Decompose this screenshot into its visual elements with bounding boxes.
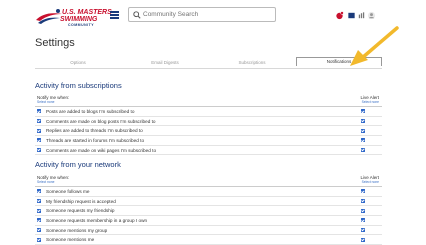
community-search-box[interactable] [128, 7, 276, 22]
live-alert-checkbox[interactable] [361, 118, 365, 123]
messages-icon[interactable] [347, 11, 356, 20]
select-none-link[interactable]: Select none [37, 100, 54, 104]
table-row: Comments are made on wiki pages I'm subs… [35, 146, 382, 156]
usms-logo[interactable]: U.S. MASTERS SWIMMING COMMUNITY [34, 6, 112, 27]
status-bars-icon[interactable] [357, 11, 366, 20]
settings-tabs: Options Email Digests Subscriptions Noti… [35, 57, 382, 69]
network-notification-table: Notify me when: Select none Live Alert S… [35, 174, 382, 245]
pointer-arrow-icon [350, 26, 399, 66]
row-label: Someone mentions my group [46, 227, 108, 233]
table-row: Posts are added to blogs I'm subscribed … [35, 107, 382, 117]
row-label: Replies are added to threads I'm subscri… [46, 128, 143, 134]
select-none-link[interactable]: Select none [37, 180, 54, 184]
notify-checkbox[interactable] [37, 147, 41, 152]
table-header: Notify me when: Select none Live Alert S… [35, 94, 382, 107]
live-alert-checkbox[interactable] [361, 138, 365, 143]
table-row: Someone requests membership in a group I… [35, 216, 382, 226]
select-none-live-link[interactable]: Select none [362, 180, 379, 184]
logo-text-line3: COMMUNITY [68, 23, 95, 27]
live-alert-checkbox[interactable] [361, 189, 365, 194]
hamburger-menu-icon[interactable] [110, 11, 119, 19]
notify-checkbox[interactable] [37, 189, 41, 194]
live-alert-checkbox[interactable] [361, 208, 365, 213]
live-alert-checkbox[interactable] [361, 218, 365, 223]
search-icon [133, 11, 141, 19]
live-alert-checkbox[interactable] [361, 198, 365, 203]
notify-checkbox[interactable] [37, 109, 41, 114]
row-label: Threads are started in forums I'm subscr… [46, 138, 145, 144]
table-row: Threads are started in forums I'm subscr… [35, 136, 382, 146]
row-label: Someone follows me [46, 189, 90, 194]
row-label: Comments are made on blog posts I'm subs… [46, 118, 156, 124]
table-row: Someone requests my friendship [35, 206, 382, 217]
row-label: My friendship request is accepted [46, 198, 116, 204]
live-alert-checkbox[interactable] [361, 128, 365, 133]
notify-checkbox[interactable] [37, 208, 41, 213]
user-avatar-icon[interactable] [367, 11, 376, 20]
table-header: Notify me when: Select none Live Alert S… [35, 174, 382, 187]
table-row: Someone mentions me [35, 235, 382, 245]
section-title-subscriptions: Activity from subscriptions [35, 81, 122, 90]
notify-checkbox[interactable] [37, 138, 41, 143]
row-label: Comments are made on wiki pages I'm subs… [46, 147, 157, 153]
page-title: Settings [35, 37, 75, 49]
logo-text-line2: SWIMMING [60, 16, 98, 23]
notify-checkbox[interactable] [37, 218, 41, 223]
table-row: Comments are made on blog posts I'm subs… [35, 117, 382, 127]
table-row: Someone mentions my group [35, 226, 382, 236]
search-input[interactable] [143, 9, 271, 20]
notify-checkbox[interactable] [37, 198, 41, 203]
tab-subscriptions[interactable]: Subscriptions [209, 58, 295, 67]
live-alert-checkbox[interactable] [361, 147, 365, 152]
subscriptions-notification-table: Notify me when: Select none Live Alert S… [35, 94, 382, 156]
section-title-network: Activity from your network [35, 160, 121, 169]
row-label: Someone requests my friendship [46, 208, 115, 214]
table-row: Someone follows me [35, 187, 382, 197]
row-label: Posts are added to blogs I'm subscribed … [46, 109, 135, 114]
select-none-live-link[interactable]: Select none [362, 100, 379, 104]
notify-checkbox[interactable] [37, 128, 41, 133]
live-alert-checkbox[interactable] [361, 109, 365, 114]
tab-email-digests[interactable]: Email Digests [122, 58, 208, 67]
live-alert-checkbox[interactable] [361, 227, 365, 232]
notify-checkbox[interactable] [37, 227, 41, 232]
logo-text-line1: U.S. MASTERS [62, 9, 112, 16]
table-row: My friendship request is accepted [35, 197, 382, 207]
tab-options[interactable]: Options [35, 58, 121, 67]
notifications-icon[interactable] [335, 11, 344, 20]
table-row: Replies are added to threads I'm subscri… [35, 126, 382, 137]
row-label: Someone requests membership in a group I… [46, 218, 148, 224]
notify-checkbox[interactable] [37, 118, 41, 123]
